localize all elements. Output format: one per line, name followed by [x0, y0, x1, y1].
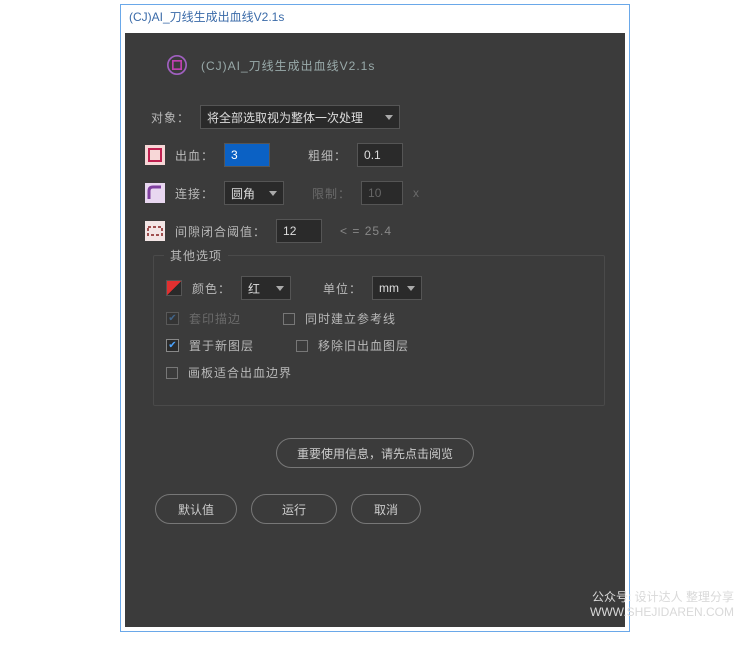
gap-icon — [145, 221, 165, 241]
join-label: 连接： — [175, 185, 214, 202]
color-value: 红 — [248, 280, 260, 297]
opt-artboard: 画板适合出血边界 — [188, 364, 292, 381]
stroke-input[interactable] — [357, 143, 403, 167]
footer-buttons: 默认值 运行 取消 — [155, 494, 609, 524]
color-label: 颜色： — [192, 280, 231, 297]
row-join: 连接： 圆角 限制： x — [145, 179, 609, 207]
window-title: (CJ)AI_刀线生成出血线V2.1s — [129, 10, 284, 24]
cancel-button[interactable]: 取消 — [351, 494, 421, 524]
default-button[interactable]: 默认值 — [155, 494, 237, 524]
opt-guide: 同时建立参考线 — [305, 310, 396, 327]
panel-body: (CJ)AI_刀线生成出血线V2.1s 对象： 将全部选取视为整体一次处理 出血… — [125, 33, 625, 627]
stroke-label: 粗细： — [308, 147, 347, 164]
checkbox-newlayer[interactable] — [166, 339, 179, 352]
chevron-down-icon — [385, 115, 393, 120]
opt-removeold: 移除旧出血图层 — [318, 337, 409, 354]
limit-label: 限制： — [312, 185, 351, 202]
chevron-down-icon — [276, 286, 284, 291]
bleed-label: 出血： — [175, 147, 214, 164]
join-icon — [145, 183, 165, 203]
watermark-line2: WWW.SHEJIDAREN.COM — [590, 605, 734, 619]
info-row: 重要使用信息，请先点击阅览 — [141, 438, 609, 468]
checkbox-artboard[interactable] — [166, 367, 178, 379]
row-bleed: 出血： 粗细： — [145, 141, 609, 169]
unit-value: mm — [379, 281, 399, 295]
opt-overprint: 套印描边 — [189, 310, 241, 327]
object-value: 将全部选取视为整体一次处理 — [207, 109, 363, 126]
chevron-down-icon — [269, 191, 277, 196]
checkbox-removeold[interactable] — [296, 340, 308, 352]
row-object: 对象： 将全部选取视为整体一次处理 — [145, 103, 609, 131]
dialog-window: (CJ)AI_刀线生成出血线V2.1s (CJ)AI_刀线生成出血线V2.1s … — [120, 4, 630, 632]
checkbox-overprint — [166, 312, 179, 325]
row-opts-2: 置于新图层 移除旧出血图层 — [166, 337, 592, 354]
dialog-header: (CJ)AI_刀线生成出血线V2.1s — [141, 51, 609, 93]
row-gap: 间隙闭合阈值： < = 25.4 — [145, 217, 609, 245]
gap-input[interactable] — [276, 219, 322, 243]
row-opts-3: 画板适合出血边界 — [166, 364, 592, 381]
object-label: 对象： — [151, 109, 190, 126]
unit-label: 单位： — [323, 280, 362, 297]
limit-suffix: x — [413, 186, 420, 200]
dialog-title: (CJ)AI_刀线生成出血线V2.1s — [201, 57, 375, 74]
checkbox-guide[interactable] — [283, 313, 295, 325]
gap-hint: < = 25.4 — [340, 224, 392, 238]
join-select[interactable]: 圆角 — [224, 181, 284, 205]
info-button[interactable]: 重要使用信息，请先点击阅览 — [276, 438, 474, 468]
color-select[interactable]: 红 — [241, 276, 291, 300]
chevron-down-icon — [407, 286, 415, 291]
other-options-group: 其他选项 颜色： 红 单位： mm 套印描边 — [153, 255, 605, 406]
row-color-unit: 颜色： 红 单位： mm — [166, 276, 592, 300]
gap-label: 间隙闭合阈值： — [175, 223, 266, 240]
row-opts-1: 套印描边 同时建立参考线 — [166, 310, 592, 327]
watermark: 公众号: 设计达人 整理分享 WWW.SHEJIDAREN.COM — [590, 590, 734, 619]
bleed-input[interactable] — [224, 143, 270, 167]
limit-input — [361, 181, 403, 205]
app-icon — [167, 55, 187, 75]
group-title: 其他选项 — [164, 247, 228, 264]
run-button[interactable]: 运行 — [251, 494, 337, 524]
join-value: 圆角 — [231, 185, 255, 202]
unit-select[interactable]: mm — [372, 276, 422, 300]
window-titlebar[interactable]: (CJ)AI_刀线生成出血线V2.1s — [121, 5, 629, 29]
bleed-icon — [145, 145, 165, 165]
watermark-line1: 公众号: 设计达人 整理分享 — [590, 590, 734, 604]
object-select[interactable]: 将全部选取视为整体一次处理 — [200, 105, 400, 129]
opt-newlayer: 置于新图层 — [189, 337, 254, 354]
color-swatch-icon — [166, 280, 182, 296]
